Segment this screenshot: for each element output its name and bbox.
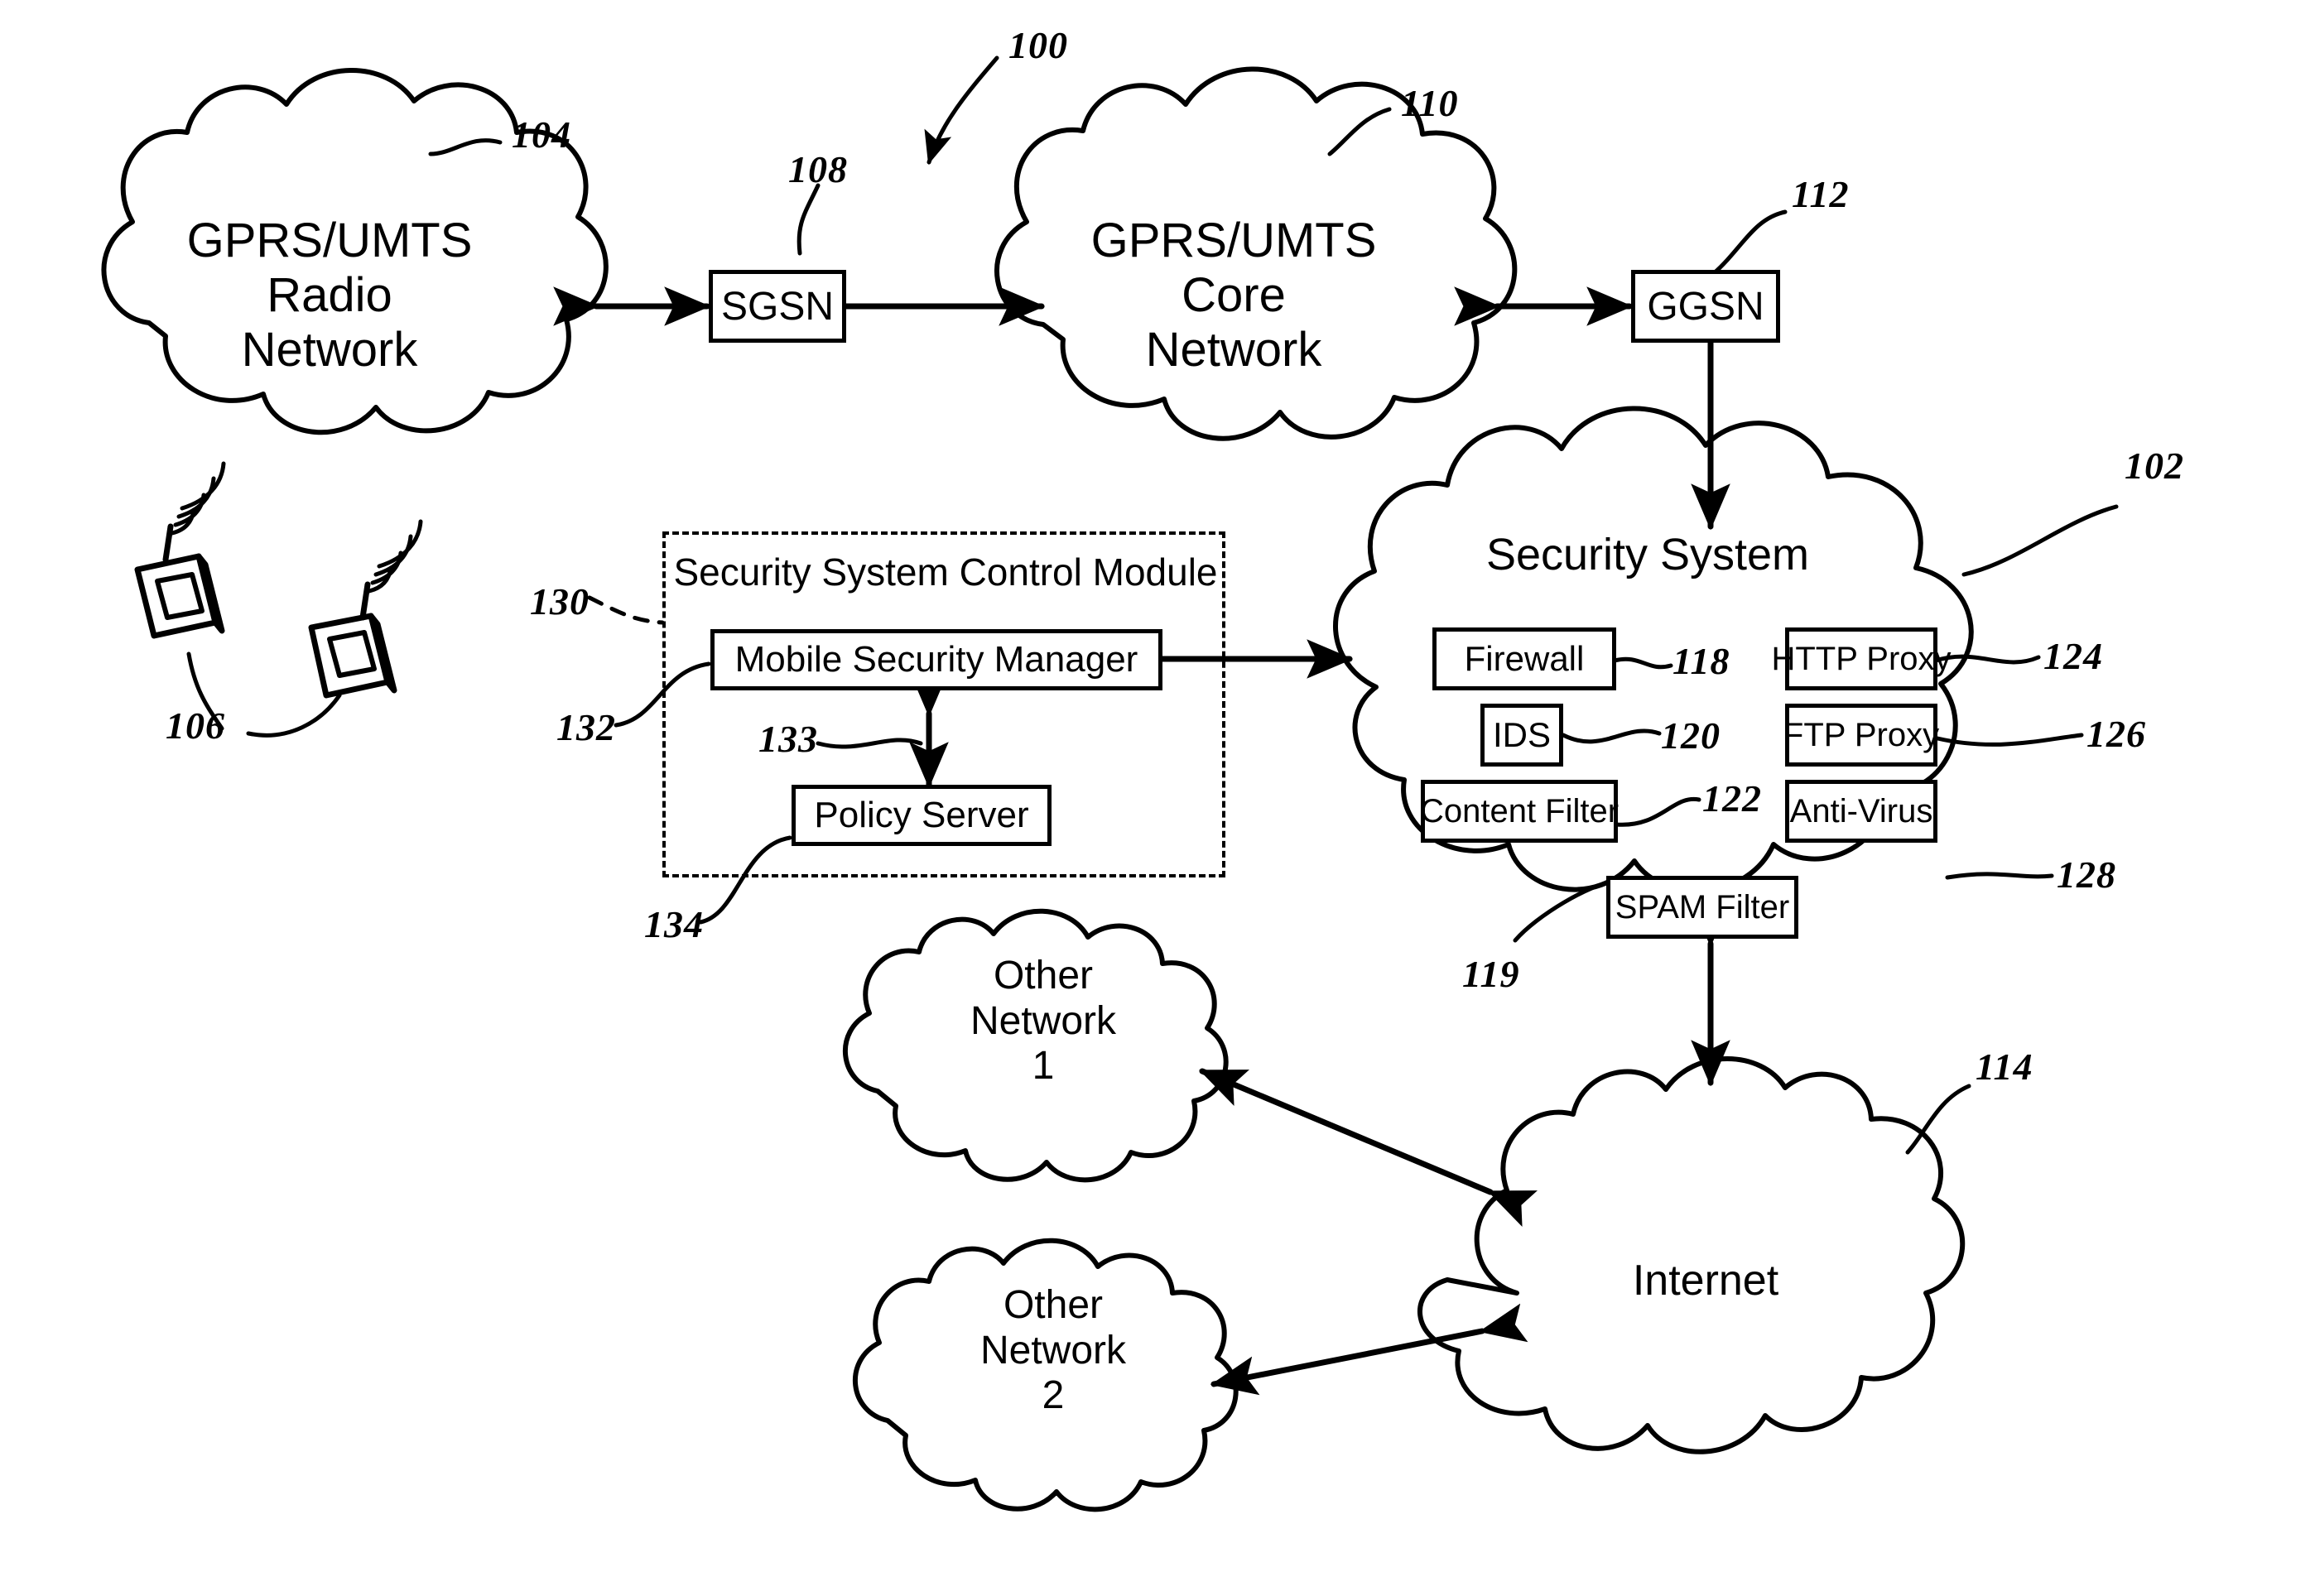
component-firewall[interactable]: Firewall xyxy=(1432,627,1616,690)
block-policy-server[interactable]: Policy Server xyxy=(792,785,1052,846)
control-module-title: Security System Control Module xyxy=(673,550,1218,594)
component-http-proxy[interactable]: HTTP Proxy xyxy=(1771,627,1952,690)
node-box-sgsn[interactable]: SGSN xyxy=(709,270,846,343)
block-mobile-security-manager[interactable]: Mobile Security Manager xyxy=(710,629,1162,690)
figure-canvas: GPRS/UMTS Radio Network GPRS/UMTS Core N… xyxy=(0,0,2315,1596)
component-content-filter[interactable]: Content Filter xyxy=(1420,780,1619,843)
component-ids[interactable]: IDS xyxy=(1480,704,1563,767)
component-ftp-proxy[interactable]: FTP Proxy xyxy=(1783,704,1939,767)
component-spam-filter[interactable]: SPAM Filter xyxy=(1606,876,1798,939)
node-box-ggsn[interactable]: GGSN xyxy=(1631,270,1780,343)
component-anti-virus[interactable]: Anti-Virus xyxy=(1785,780,1937,843)
